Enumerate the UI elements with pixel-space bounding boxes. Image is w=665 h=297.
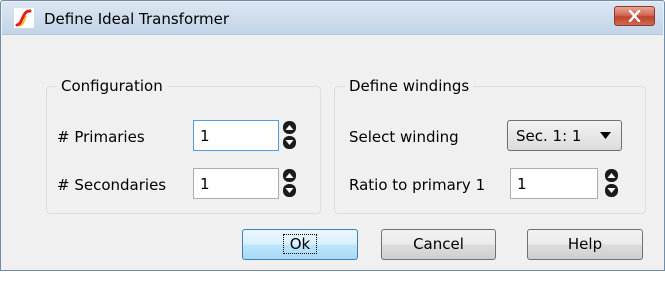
spinner-down-button[interactable] bbox=[283, 136, 296, 149]
dialog-body: Configuration # Primaries 1 # Secondarie… bbox=[9, 37, 656, 267]
secondaries-spinner[interactable] bbox=[283, 169, 296, 197]
select-winding-value: Sec. 1: 1 bbox=[516, 127, 582, 145]
dialog-title: Define Ideal Transformer bbox=[44, 10, 230, 28]
chevron-down-icon bbox=[600, 132, 611, 139]
select-winding-label: Select winding bbox=[349, 128, 459, 146]
arrow-down-icon bbox=[285, 188, 294, 193]
arrow-up-icon bbox=[607, 173, 616, 178]
cancel-button-label: Cancel bbox=[413, 235, 464, 253]
configuration-legend: Configuration bbox=[61, 77, 163, 95]
spinner-up-button[interactable] bbox=[605, 169, 618, 182]
title-bar[interactable]: Define Ideal Transformer bbox=[2, 2, 663, 35]
spinner-down-button[interactable] bbox=[283, 184, 296, 197]
spinner-down-button[interactable] bbox=[605, 184, 618, 197]
secondaries-label: # Secondaries bbox=[57, 176, 167, 194]
help-button[interactable]: Help bbox=[527, 229, 643, 260]
arrow-up-icon bbox=[285, 125, 294, 130]
primaries-spinner[interactable] bbox=[283, 121, 296, 149]
dialog-window: Define Ideal Transformer Configuration #… bbox=[0, 0, 665, 271]
arrow-up-icon bbox=[285, 173, 294, 178]
arrow-down-icon bbox=[607, 188, 616, 193]
ok-button-label: Ok bbox=[282, 234, 318, 254]
arrow-down-icon bbox=[285, 140, 294, 145]
spinner-up-button[interactable] bbox=[283, 121, 296, 134]
primaries-label: # Primaries bbox=[57, 128, 145, 146]
ok-button[interactable]: Ok bbox=[242, 229, 358, 260]
ratio-input[interactable]: 1 bbox=[510, 168, 598, 199]
secondaries-input[interactable]: 1 bbox=[193, 168, 279, 199]
define-windings-legend: Define windings bbox=[349, 77, 470, 95]
help-button-label: Help bbox=[567, 235, 603, 253]
ratio-label: Ratio to primary 1 bbox=[349, 176, 486, 194]
primaries-input[interactable]: 1 bbox=[193, 120, 279, 151]
close-button[interactable] bbox=[614, 6, 655, 26]
cancel-button[interactable]: Cancel bbox=[381, 229, 496, 260]
spinner-up-button[interactable] bbox=[283, 169, 296, 182]
simetrix-logo-icon bbox=[14, 8, 34, 28]
select-winding-dropdown[interactable]: Sec. 1: 1 bbox=[507, 120, 622, 151]
close-icon bbox=[628, 10, 641, 22]
ratio-spinner[interactable] bbox=[605, 169, 618, 197]
